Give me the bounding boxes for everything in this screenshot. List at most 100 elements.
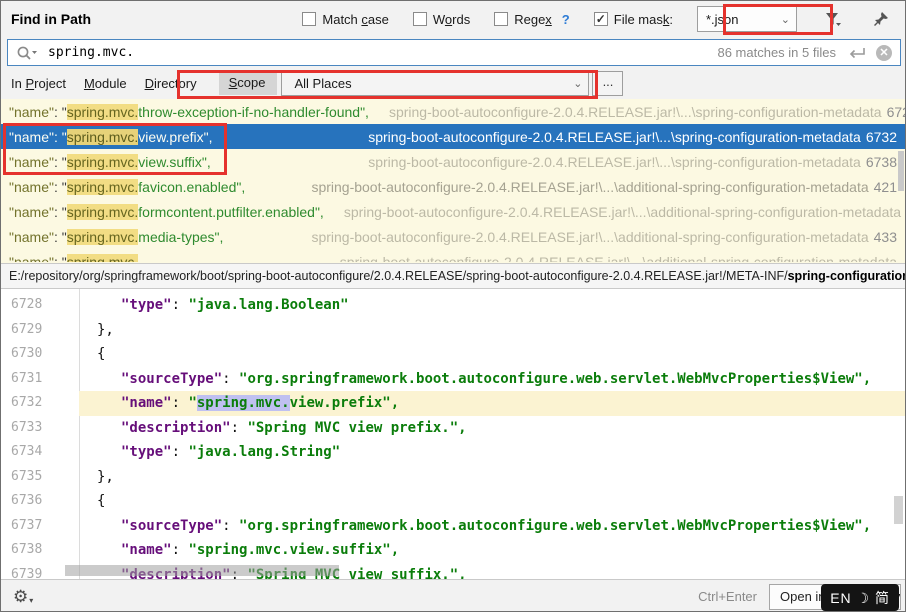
- scope-select[interactable]: All Places ⌄: [281, 71, 589, 96]
- line-number: 6734: [11, 440, 69, 465]
- search-input[interactable]: spring.mvc. 86 matches in 5 files ✕: [7, 39, 901, 66]
- result-line-number: 6738: [866, 154, 897, 170]
- clear-search-button[interactable]: ✕: [876, 45, 892, 61]
- match-case-checkbox[interactable]: Match case: [302, 12, 388, 27]
- regex-label: Regex: [514, 12, 552, 27]
- line-number: 6732: [11, 391, 69, 416]
- ime-indicator-badge: EN ☽ 简: [821, 584, 899, 611]
- chevron-down-icon: ⌄: [573, 77, 582, 90]
- line-number: 6738: [11, 538, 69, 563]
- code-line: 6730 {: [1, 342, 905, 367]
- shortcut-hint: Ctrl+Enter: [698, 589, 757, 604]
- code-line: 6734 "type": "java.lang.String": [1, 440, 905, 465]
- words-checkbox[interactable]: Words: [413, 12, 470, 27]
- file-mask-label: File mask:: [614, 12, 673, 27]
- line-number: 6735: [11, 465, 69, 490]
- line-number: 6733: [11, 416, 69, 441]
- scope-row: In Project Module Directory Scope All Pl…: [1, 67, 905, 99]
- regex-help-link[interactable]: ?: [562, 12, 570, 27]
- line-number: 6739: [11, 563, 69, 580]
- filter-button[interactable]: [821, 7, 845, 31]
- result-row[interactable]: "name": "spring.mvc.throw-exception-if-n…: [1, 99, 905, 124]
- line-number: 6728: [11, 293, 69, 318]
- vertical-scrollbar[interactable]: [894, 496, 903, 524]
- result-row-selected[interactable]: "name": "spring.mvc.view.prefix", spring…: [1, 124, 905, 149]
- result-file-path: spring-boot-autoconfigure-2.0.4.RELEASE.…: [369, 104, 882, 120]
- pin-button[interactable]: [869, 7, 893, 31]
- match-highlight: spring.mvc.: [67, 104, 139, 120]
- code-line: 6731 "sourceType": "org.springframework.…: [1, 367, 905, 392]
- result-line-number: 6726: [887, 104, 905, 120]
- words-label: Words: [433, 12, 470, 27]
- checkbox-icon[interactable]: [413, 12, 427, 26]
- line-number: 6731: [11, 367, 69, 392]
- chevron-down-icon: ▾: [29, 596, 33, 605]
- result-row[interactable]: "name" : "spring.mvc.media-types", sprin…: [1, 224, 905, 249]
- match-highlight: spring.mvc.: [197, 395, 290, 411]
- checkbox-icon[interactable]: [302, 12, 316, 26]
- result-row[interactable]: "name": "spring.mvc.favicon.enabled", sp…: [1, 174, 905, 199]
- scope-value: All Places: [294, 76, 351, 91]
- code-line: 6729 },: [1, 318, 905, 343]
- result-file-path: spring-boot-autoconfigure-2.0.4.RELEASE.…: [348, 129, 861, 145]
- horizontal-scrollbar[interactable]: [65, 565, 339, 576]
- checkbox-icon[interactable]: [494, 12, 508, 26]
- dialog-header: Find in Path Match case Words Regex ? ✓ …: [1, 1, 905, 37]
- enter-icon: [848, 47, 866, 59]
- line-number: 6736: [11, 489, 69, 514]
- match-highlight: spring.mvc.: [67, 154, 139, 170]
- match-highlight: spring.mvc.: [67, 254, 139, 263]
- search-result-summary: 86 matches in 5 files: [717, 45, 836, 60]
- scope-tab-scope[interactable]: Scope: [219, 71, 278, 95]
- search-options: Match case Words Regex ? ✓ File mask: *.…: [302, 1, 893, 37]
- file-mask-select[interactable]: *.json ⌄: [697, 6, 797, 32]
- result-file-path: spring-boot-autoconfigure-2.0.4.RELEASE.…: [324, 204, 901, 220]
- match-highlight: spring.mvc.: [67, 129, 139, 145]
- gear-icon: ⚙: [13, 587, 28, 607]
- code-line: 6736 {: [1, 489, 905, 514]
- result-line-number: 421: [874, 179, 897, 195]
- result-file-path: spring-boot-autoconfigure-2.0.4.RELEASE.…: [291, 229, 868, 245]
- pin-icon: [873, 11, 889, 27]
- code-line-highlighted: 6732 "name": "spring.mvc.view.prefix",: [1, 391, 905, 416]
- checkbox-checked-icon[interactable]: ✓: [594, 12, 608, 26]
- code-line: 6728 "type": "java.lang.Boolean": [1, 293, 905, 318]
- result-row[interactable]: "name": "spring.mvc.formcontent.putfilte…: [1, 199, 905, 224]
- file-mask-value: *.json: [706, 12, 739, 27]
- filter-icon: [825, 12, 842, 27]
- code-line: 6737 "sourceType": "org.springframework.…: [1, 514, 905, 539]
- settings-button[interactable]: ⚙▾: [13, 587, 33, 607]
- line-number: 6730: [11, 342, 69, 367]
- result-file-path: spring-boot-autoconfigure-2.0.4.RELEASE.…: [291, 179, 868, 195]
- result-line-number: 433: [874, 229, 897, 245]
- results-scrollbar[interactable]: [898, 151, 904, 191]
- code-line: 6735 },: [1, 465, 905, 490]
- dialog-footer: ⚙▾ Ctrl+Enter Open in Find Window: [1, 579, 905, 612]
- scope-tab-directory[interactable]: Directory: [145, 76, 197, 91]
- code-line: 6733 "description": "Spring MVC view pre…: [1, 416, 905, 441]
- line-number: 6729: [11, 318, 69, 343]
- file-mask-checkbox[interactable]: ✓ File mask:: [594, 12, 673, 27]
- match-highlight: spring.mvc.: [67, 179, 139, 195]
- result-row-clipped[interactable]: "name" : "spring.mvc. spring-boot-autoco…: [1, 249, 905, 262]
- code-preview[interactable]: 6728 "type": "java.lang.Boolean" 6729 },…: [1, 289, 905, 579]
- regex-checkbox[interactable]: Regex ?: [494, 12, 570, 27]
- result-file-path: spring-boot-autoconfigure-2.0.4.RELEASE.…: [320, 254, 897, 263]
- result-line-number: 6732: [866, 129, 897, 145]
- chevron-down-icon: ⌄: [781, 13, 790, 26]
- result-file-path: spring-boot-autoconfigure-2.0.4.RELEASE.…: [348, 154, 861, 170]
- scope-tab-module[interactable]: Module: [84, 76, 127, 91]
- results-list: "name": "spring.mvc.throw-exception-if-n…: [1, 99, 905, 263]
- scope-more-button[interactable]: ...: [592, 71, 623, 96]
- result-row[interactable]: "name": "spring.mvc.view.suffix", spring…: [1, 149, 905, 174]
- dialog-title: Find in Path: [11, 11, 91, 27]
- preview-file-path: E:/repository/org/springframework/boot/s…: [1, 263, 905, 289]
- search-icon[interactable]: [16, 45, 38, 61]
- match-case-label: Match case: [322, 12, 388, 27]
- search-query-text: spring.mvc.: [48, 45, 134, 60]
- scope-tab-in-project[interactable]: In Project: [11, 76, 66, 91]
- find-in-path-dialog: Find in Path Match case Words Regex ? ✓ …: [0, 0, 906, 612]
- line-number: 6737: [11, 514, 69, 539]
- code-line: 6738 "name": "spring.mvc.view.suffix",: [1, 538, 905, 563]
- match-highlight: spring.mvc.: [67, 204, 139, 220]
